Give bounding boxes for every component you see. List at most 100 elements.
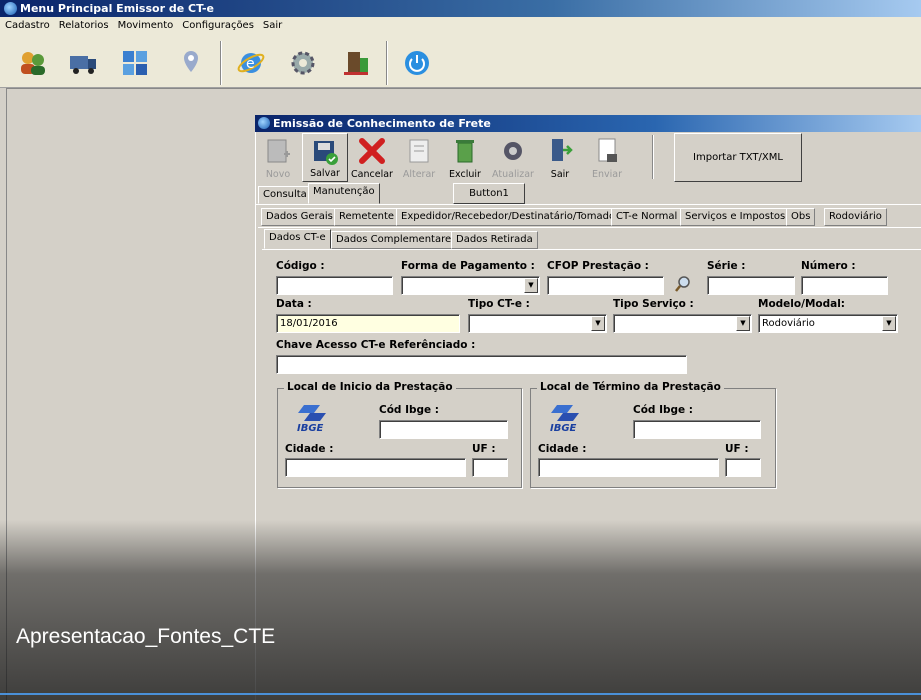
edit-document-icon [409, 139, 429, 163]
tab-servicos-impostos[interactable]: Serviços e Impostos [680, 208, 791, 226]
tab-cte-normal[interactable]: CT-e Normal [611, 208, 683, 226]
toolbar-separator [220, 41, 222, 85]
send-document-icon [598, 138, 617, 162]
chevron-down-icon[interactable]: ▼ [591, 316, 605, 331]
menu-cadastro[interactable]: Cadastro [0, 17, 54, 35]
inicio-cod-ibge-label: Cód Ibge : [379, 404, 440, 416]
tab-remetente[interactable]: Remetente [334, 208, 400, 226]
main-window-title: Menu Principal Emissor de CT-e [20, 2, 214, 15]
menu-relatorios[interactable]: Relatorios [54, 17, 113, 35]
tab-divider [258, 227, 921, 228]
numero-field[interactable] [801, 276, 888, 295]
menu-movimento[interactable]: Movimento [113, 17, 178, 35]
ibge-logo-icon: IBGE [550, 405, 579, 433]
tab-expedidor-recebedor[interactable]: Expedidor/Recebedor/Destinatário/Tomador [396, 208, 625, 226]
cancel-x-icon [359, 138, 385, 164]
video-caption: Apresentacao_Fontes_CTE [16, 625, 276, 648]
forma-pagamento-select[interactable]: ▼ [401, 276, 540, 295]
menu-configuracoes[interactable]: Configurações [177, 17, 258, 35]
tab-obs[interactable]: Obs [786, 208, 816, 226]
alterar-button[interactable]: Alterar [398, 133, 440, 182]
cfop-field[interactable] [547, 276, 664, 295]
tipo-servico-select[interactable]: ▼ [613, 314, 752, 333]
tab-dados-complementares[interactable]: Dados Complementares [331, 231, 462, 249]
svg-text:e: e [246, 56, 255, 72]
puzzle-icon[interactable] [120, 48, 150, 78]
inicio-uf-field[interactable] [472, 458, 508, 477]
modelo-modal-value: Rodoviário [762, 318, 815, 329]
app-logo-icon [258, 117, 270, 129]
door-exit-icon[interactable] [342, 48, 372, 78]
search-icon[interactable] [674, 275, 692, 293]
ibge-logo-text: IBGE [297, 423, 324, 433]
tipo-cte-label: Tipo CT-e : [468, 298, 530, 310]
users-icon[interactable] [18, 48, 48, 78]
toolbar-separator [652, 135, 654, 179]
sair-button[interactable]: Sair [540, 133, 580, 182]
serie-label: Série : [707, 260, 746, 272]
chave-acesso-field[interactable] [276, 355, 687, 374]
codigo-field[interactable] [276, 276, 393, 295]
door-exit-icon [552, 139, 573, 161]
main-toolbar: e [0, 35, 921, 88]
menu-sair[interactable]: Sair [258, 17, 286, 35]
internet-explorer-icon[interactable]: e [236, 48, 266, 78]
forma-pagamento-label: Forma de Pagamento : [401, 260, 535, 272]
menu-bar: Cadastro Relatorios Movimento Configurações… [0, 17, 921, 35]
child-window-title: Emissão de Conhecimento de Frete [273, 117, 491, 130]
termino-cod-ibge-field[interactable] [633, 420, 761, 439]
termino-cidade-field[interactable] [538, 458, 719, 477]
ibge-logo-icon: IBGE [297, 405, 326, 433]
cfop-label: CFOP Prestação : [547, 260, 649, 272]
excluir-button[interactable]: Excluir [444, 133, 486, 182]
inicio-cod-ibge-field[interactable] [379, 420, 508, 439]
atualizar-button[interactable]: Atualizar [490, 133, 536, 182]
local-inicio-title: Local de Inicio da Prestação [284, 381, 456, 393]
tab-divider [262, 249, 921, 250]
termino-uf-field[interactable] [725, 458, 761, 477]
salvar-button[interactable]: Salvar [302, 133, 348, 182]
tipo-cte-select[interactable]: ▼ [468, 314, 607, 333]
bottom-accent-line [0, 693, 921, 695]
modelo-modal-label: Modelo/Modal: [758, 298, 846, 310]
app-logo-icon [4, 2, 17, 15]
tab-divider [256, 204, 921, 205]
importar-txt-xml-button[interactable]: Importar TXT/XML [674, 133, 802, 182]
map-pin-icon[interactable] [176, 48, 206, 78]
inicio-cidade-field[interactable] [285, 458, 466, 477]
chevron-down-icon[interactable]: ▼ [736, 316, 750, 331]
data-label: Data : [276, 298, 312, 310]
tab-dados-retirada[interactable]: Dados Retirada [451, 231, 538, 249]
novo-button[interactable]: Novo [258, 133, 298, 182]
local-termino-title: Local de Término da Prestação [537, 381, 724, 393]
tab-consulta[interactable]: Consulta [258, 186, 312, 204]
truck-icon[interactable] [68, 48, 98, 78]
power-icon[interactable] [402, 48, 432, 78]
save-icon [314, 141, 338, 165]
button1[interactable]: Button1 [453, 183, 525, 204]
chevron-down-icon[interactable]: ▼ [882, 316, 896, 331]
refresh-icon [504, 142, 522, 160]
toolbar-separator [386, 41, 388, 85]
new-document-icon [267, 139, 290, 163]
tab-rodoviario[interactable]: Rodoviário [824, 208, 887, 226]
serie-field[interactable] [707, 276, 795, 295]
data-field[interactable]: 18/01/2016 [276, 314, 460, 333]
enviar-button[interactable]: Enviar [584, 133, 630, 182]
codigo-label: Código : [276, 260, 325, 272]
child-title-bar: Emissão de Conhecimento de Frete [255, 115, 921, 132]
chevron-down-icon[interactable]: ▼ [524, 278, 538, 293]
termino-uf-label: UF : [725, 443, 749, 455]
numero-label: Número : [801, 260, 856, 272]
gear-icon[interactable] [288, 48, 318, 78]
tab-dados-gerais[interactable]: Dados Gerais [261, 208, 338, 226]
cancelar-button[interactable]: Cancelar [350, 133, 394, 182]
video-caption-overlay [0, 520, 921, 700]
ibge-logo-text: IBGE [550, 423, 577, 433]
tab-dados-cte[interactable]: Dados CT-e [264, 229, 331, 249]
trash-icon [456, 140, 474, 163]
inicio-cidade-label: Cidade : [285, 443, 334, 455]
modelo-modal-select[interactable]: Rodoviário ▼ [758, 314, 898, 333]
tab-manutencao[interactable]: Manutenção [308, 183, 380, 204]
chave-acesso-label: Chave Acesso CT-e Referênciado : [276, 339, 476, 351]
